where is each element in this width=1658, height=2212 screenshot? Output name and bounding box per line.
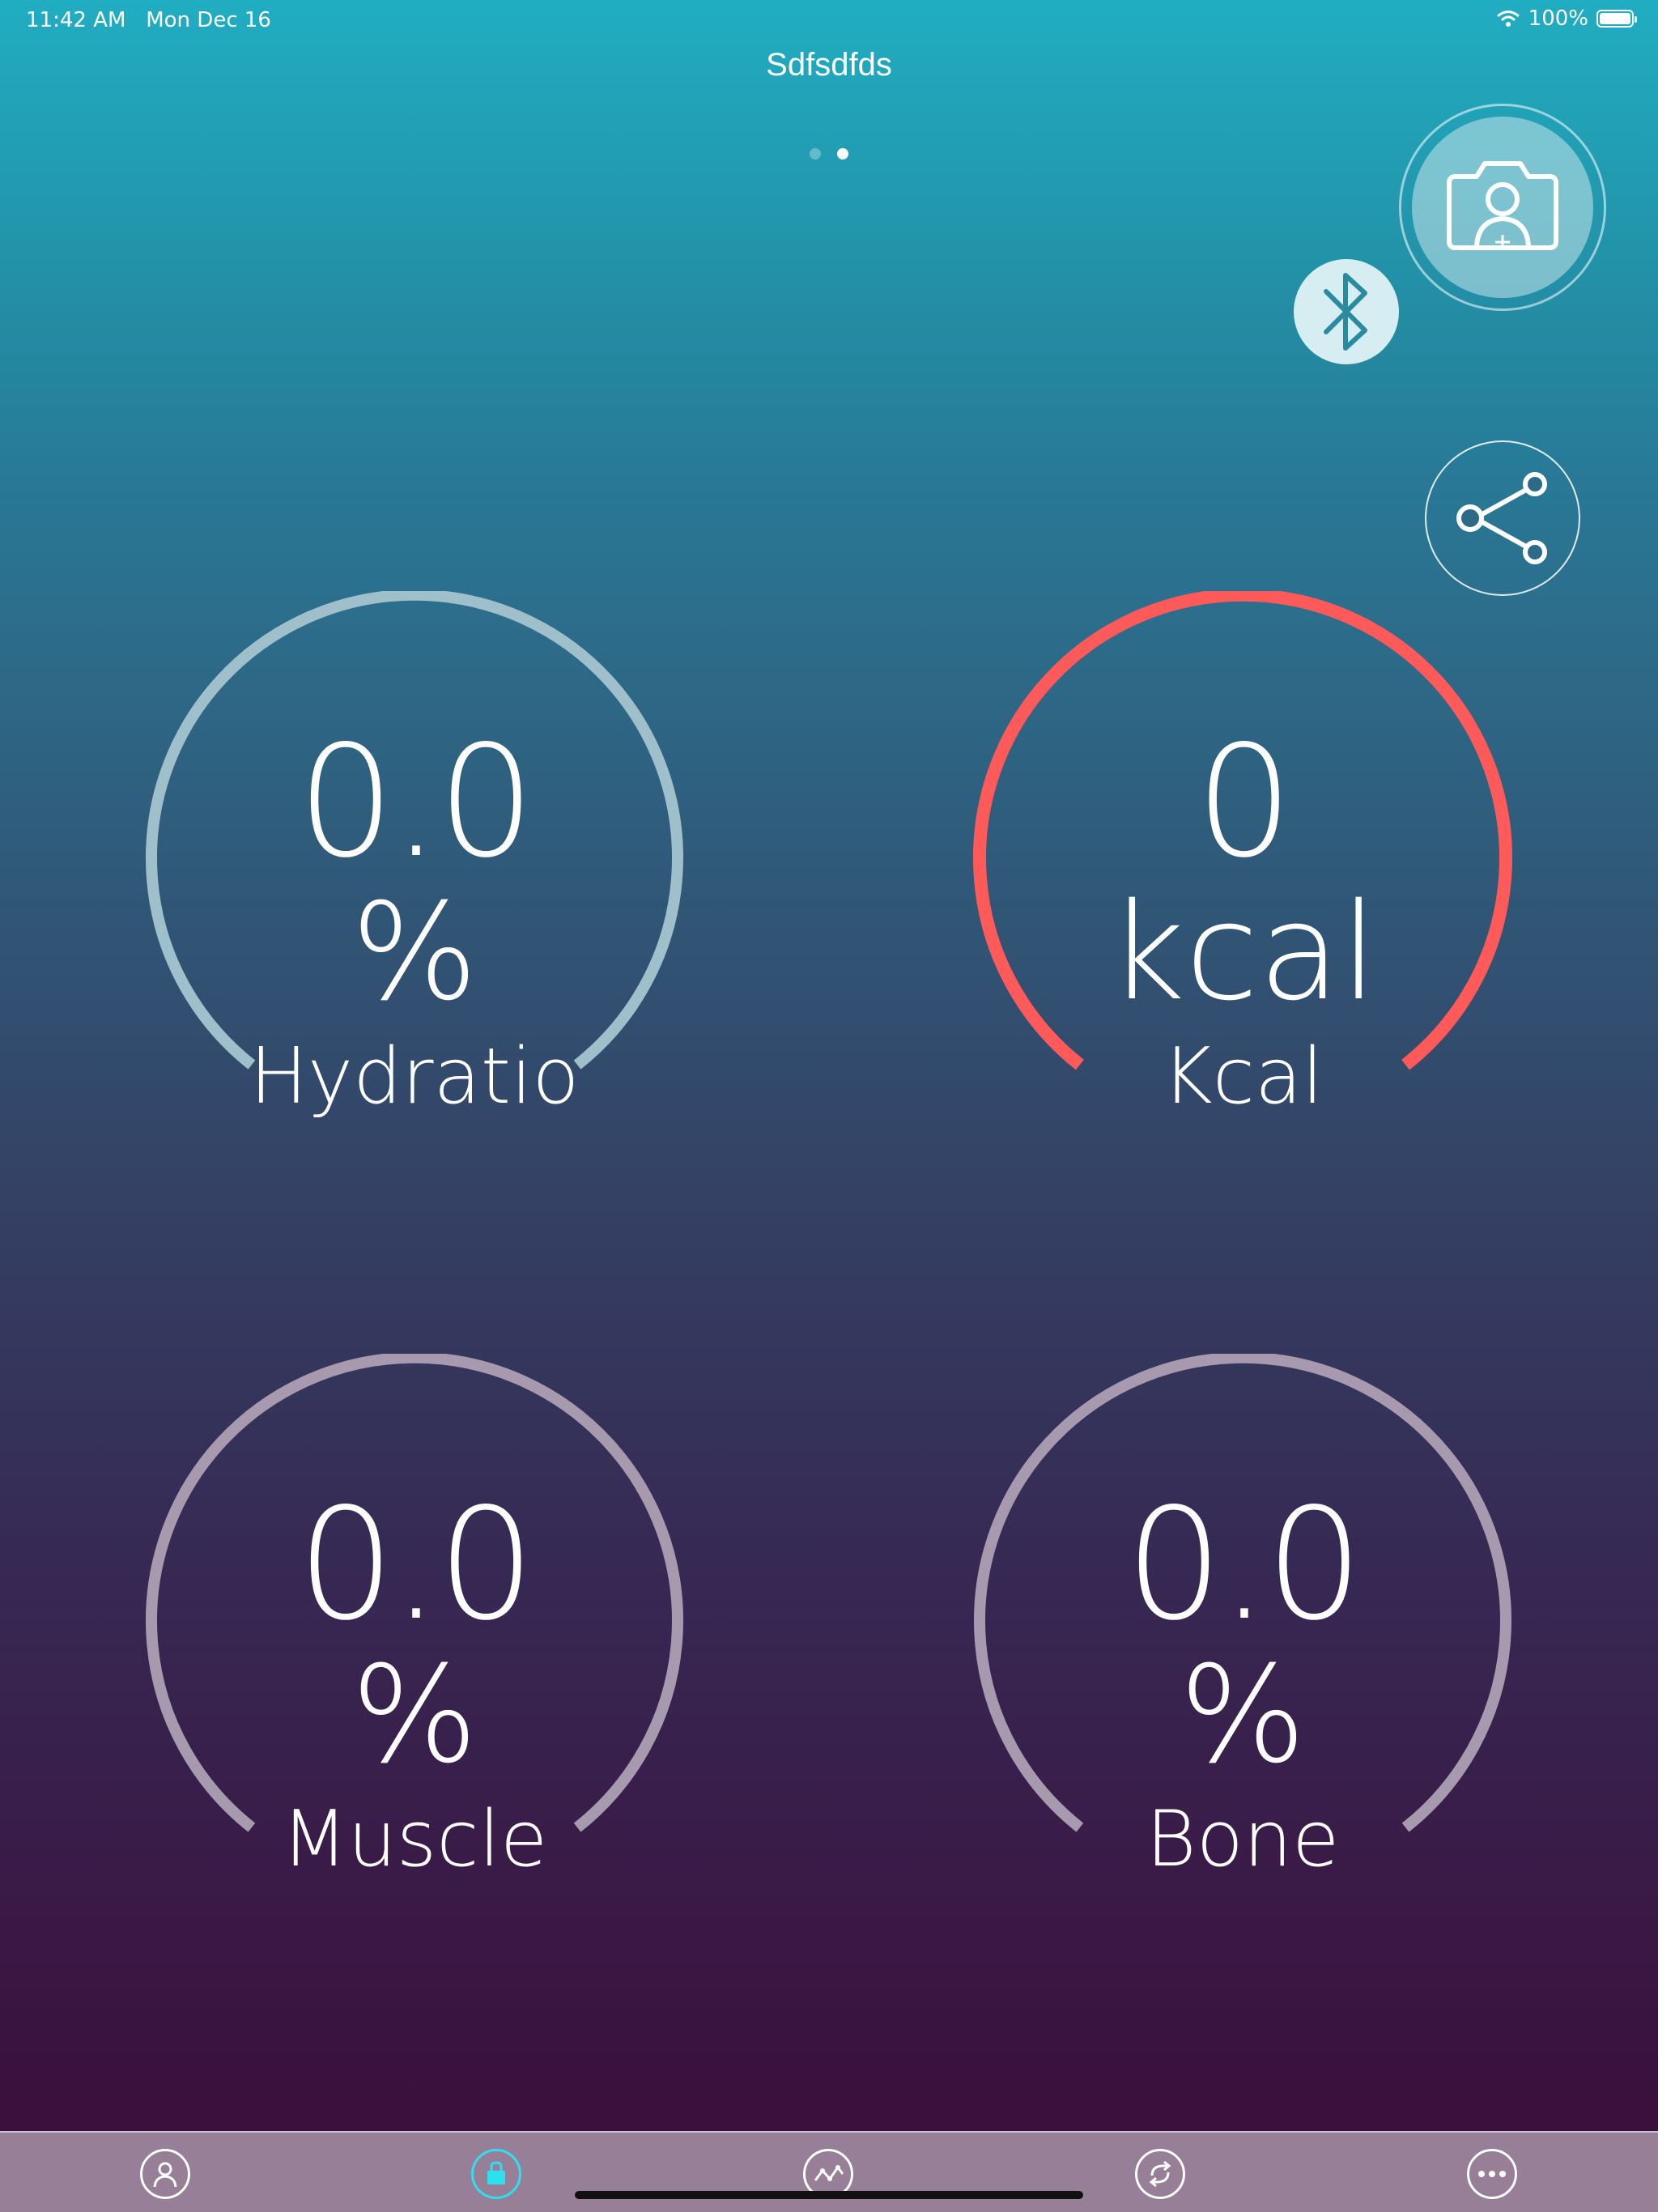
- gauge-hydration: 0.0 % Hydratio: [139, 591, 690, 1121]
- battery-icon: [1596, 10, 1637, 28]
- camera-user-button-inner: [1412, 117, 1593, 298]
- page-title: Sdfsdfds: [766, 47, 892, 83]
- gauge-unit: kcal: [1107, 874, 1378, 1030]
- tab-sync[interactable]: [1135, 2149, 1185, 2199]
- trend-icon: [814, 2165, 844, 2181]
- gauge-label: Muscle: [281, 1795, 548, 1884]
- tab-measure[interactable]: [471, 2149, 521, 2199]
- gauge-label: Hydratio: [249, 1032, 580, 1121]
- status-date-text: Mon Dec 16: [146, 8, 271, 32]
- status-time-text: 11:42 AM: [26, 8, 126, 32]
- gauge-unit: %: [1179, 1637, 1307, 1793]
- gauge-bone: 0.0 % Bone: [967, 1354, 1518, 1884]
- gauge-label: Kcal: [1162, 1032, 1324, 1121]
- home-indicator[interactable]: [575, 2191, 1083, 2199]
- gauge-value: 0.0: [296, 713, 535, 891]
- user-icon: [153, 2162, 177, 2188]
- page-indicator[interactable]: [810, 148, 848, 160]
- camera-user-icon: [1447, 161, 1558, 250]
- status-time: 11:42 AM Mon Dec 16: [26, 8, 271, 32]
- status-bar: 11:42 AM Mon Dec 16 100%: [0, 0, 1658, 40]
- status-right: 100%: [1496, 6, 1637, 31]
- gauge-value: 0: [1195, 713, 1294, 891]
- more-icon: [1478, 2171, 1506, 2177]
- sync-icon: [1149, 2160, 1171, 2188]
- share-button[interactable]: [1425, 440, 1580, 596]
- camera-user-button[interactable]: [1399, 104, 1606, 311]
- share-icon: [1456, 472, 1547, 564]
- lock-icon: [487, 2161, 505, 2184]
- gauge-kcal: 0 kcal Kcal: [967, 591, 1518, 1121]
- battery-percent: 100%: [1528, 6, 1588, 31]
- wifi-icon: [1496, 11, 1520, 27]
- page-dot-2[interactable]: [837, 148, 848, 160]
- gauge-value: 0.0: [1124, 1475, 1363, 1654]
- gauge-muscle: 0.0 % Muscle: [139, 1354, 690, 1884]
- tab-profile[interactable]: [140, 2149, 190, 2199]
- gauge-label: Bone: [1146, 1795, 1340, 1884]
- gauge-unit: %: [351, 874, 478, 1030]
- tab-more[interactable]: [1467, 2149, 1517, 2199]
- gauge-value: 0.0: [296, 1475, 535, 1654]
- bluetooth-button[interactable]: [1294, 259, 1399, 364]
- gauge-unit: %: [351, 1637, 478, 1793]
- page-dot-1[interactable]: [810, 148, 821, 160]
- tab-bar: [0, 2131, 1658, 2212]
- bluetooth-icon: [1324, 273, 1367, 351]
